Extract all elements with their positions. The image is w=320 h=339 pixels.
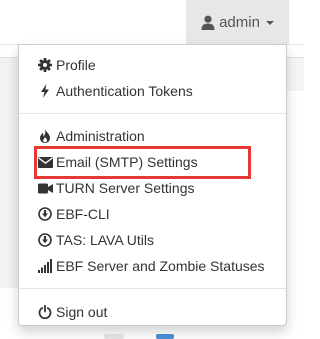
- menu-item-label: EBF Server and Zombie Statuses: [56, 258, 265, 274]
- menu-item-sign-out[interactable]: Sign out: [19, 300, 286, 324]
- menu-item-label: TURN Server Settings: [56, 180, 195, 196]
- background-element: [104, 334, 124, 339]
- menu-item-tas-lava-utils[interactable]: TAS: LAVA Utils: [19, 228, 286, 252]
- video-camera-icon: [37, 180, 53, 196]
- power-icon: [37, 304, 53, 320]
- envelope-icon: [37, 154, 53, 170]
- download-circle-icon: [37, 206, 53, 222]
- caret-down-icon: [265, 21, 274, 25]
- menu-item-email-smtp-settings[interactable]: Email (SMTP) Settings: [19, 150, 286, 174]
- menu-item-label: Authentication Tokens: [56, 83, 193, 99]
- user-icon: [201, 15, 215, 30]
- user-menu-toggle[interactable]: admin: [186, 0, 289, 44]
- menu-item-label: EBF-CLI: [56, 206, 110, 222]
- download-circle-icon: [37, 232, 53, 248]
- menu-divider: [19, 288, 286, 289]
- background-panel-left: [0, 57, 18, 288]
- background-element-blue: [156, 334, 174, 339]
- user-menu-label: admin: [219, 13, 260, 31]
- background-panel-right: [287, 57, 304, 91]
- menu-item-administration[interactable]: Administration: [19, 124, 286, 148]
- menu-item-authentication-tokens[interactable]: Authentication Tokens: [19, 79, 286, 103]
- menu-item-label: Email (SMTP) Settings: [56, 154, 198, 170]
- menu-item-turn-server-settings[interactable]: TURN Server Settings: [19, 176, 286, 200]
- bolt-icon: [37, 83, 53, 99]
- menu-item-profile[interactable]: Profile: [19, 53, 286, 77]
- fire-icon: [37, 128, 53, 144]
- menu-item-label: Profile: [56, 57, 96, 73]
- cog-icon: [37, 57, 53, 73]
- menu-item-label: Sign out: [56, 304, 108, 320]
- menu-item-ebf-server-statuses[interactable]: EBF Server and Zombie Statuses: [19, 254, 286, 278]
- menu-item-ebf-cli[interactable]: EBF-CLI: [19, 202, 286, 226]
- signal-bars-icon: [37, 258, 53, 274]
- menu-item-label: Administration: [56, 128, 145, 144]
- user-dropdown-menu: Profile Authentication Tokens Administra…: [18, 44, 287, 326]
- menu-item-label: TAS: LAVA Utils: [56, 232, 155, 248]
- menu-divider: [19, 113, 286, 114]
